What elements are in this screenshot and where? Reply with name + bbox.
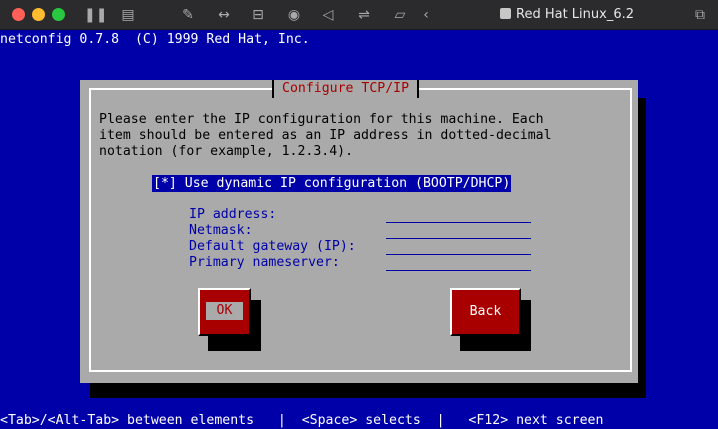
close-window-button[interactable] (12, 8, 25, 21)
back-icon[interactable]: ‹ (416, 5, 436, 25)
netconfig-header: netconfig 0.7.8 (C) 1999 Red Hat, Inc. (0, 32, 310, 47)
dialog-description: Please enter the IP configuration for th… (99, 112, 619, 160)
ok-button[interactable]: OK (198, 288, 251, 336)
drive-icon[interactable]: ⊟ (248, 5, 268, 25)
vm-settings-icon[interactable]: ▤ (118, 5, 138, 25)
netmask-input[interactable] (386, 228, 531, 239)
sidebar-icon[interactable]: ❚❚ (84, 5, 107, 25)
usb-icon[interactable]: ⇌ (354, 5, 374, 25)
volume-icon[interactable]: ◁ (318, 5, 338, 25)
camera-icon[interactable]: ◉ (284, 5, 304, 25)
netmask-label: Netmask: (189, 223, 253, 238)
ip-address-label: IP address: (189, 207, 277, 222)
checkbox-mark: [*] (153, 176, 177, 191)
checkbox-label: Use dynamic IP configuration (BOOTP/DHCP… (184, 176, 511, 191)
dialog-title: Configure TCP/IP (272, 80, 420, 98)
ok-button-label: OK (206, 302, 243, 320)
minimize-window-button[interactable] (32, 8, 45, 21)
window-titlebar: ❚❚ ▤ ✎ ↔ ⊟ ◉ ◁ ⇌ ▱ ‹ Red Hat Linux_6.2 ⧉ (0, 0, 718, 30)
code-icon[interactable]: ↔ (214, 5, 234, 25)
primary-nameserver-label: Primary nameserver: (189, 255, 340, 270)
folder-icon[interactable]: ▱ (390, 5, 410, 25)
dhcp-checkbox[interactable]: [*] Use dynamic IP configuration (BOOTP/… (152, 175, 512, 192)
description-line: item should be entered as an IP address … (99, 128, 552, 143)
primary-nameserver-input[interactable] (386, 260, 531, 271)
wrench-icon[interactable]: ✎ (178, 5, 198, 25)
default-gateway-label: Default gateway (IP): (189, 239, 356, 254)
zoom-window-button[interactable] (52, 8, 65, 21)
description-line: notation (for example, 1.2.3.4). (99, 144, 354, 159)
vm-os-icon (500, 8, 511, 19)
window-title: Red Hat Linux_6.2 (500, 5, 634, 25)
default-gateway-input[interactable] (386, 244, 531, 255)
ip-address-input[interactable] (386, 212, 531, 223)
description-line: Please enter the IP configuration for th… (99, 112, 544, 127)
snapshot-icon[interactable]: ⧉ (690, 5, 710, 25)
back-button[interactable]: Back (450, 288, 521, 336)
status-bar: <Tab>/<Alt-Tab> between elements | <Spac… (0, 412, 718, 429)
